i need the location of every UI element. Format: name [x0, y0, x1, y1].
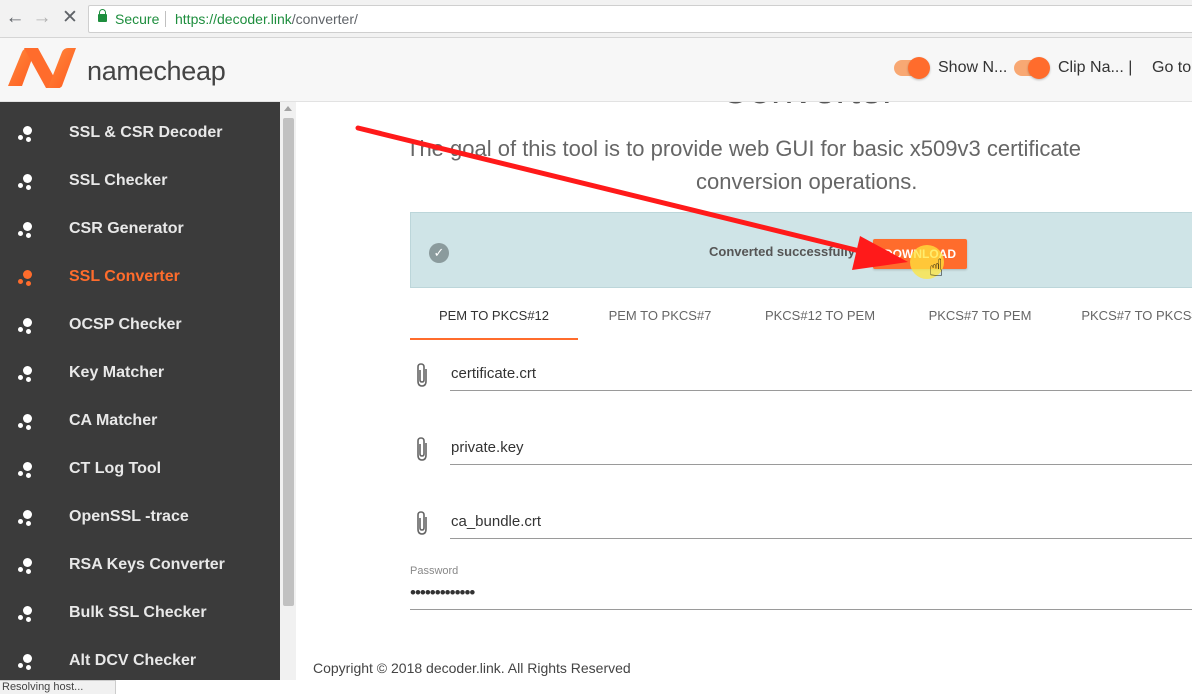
sidebar-item-label: SSL Checker	[69, 172, 168, 189]
sidebar-item-ocsp-checker[interactable]: OCSP Checker	[0, 302, 280, 350]
sidebar-item-label: OpenSSL -trace	[69, 508, 189, 525]
private-key-file-name: private.key	[451, 439, 524, 456]
footer-copyright: Copyright © 2018 decoder.link. All Right…	[313, 660, 631, 676]
sidebar-item-label: SSL Converter	[69, 268, 180, 285]
sidebar-scroll-thumb[interactable]	[283, 118, 294, 606]
tab-pem-to-pkcs12[interactable]: PEM TO PKCS#12	[410, 302, 578, 340]
paperclip-icon[interactable]	[412, 510, 434, 536]
sidebar-item-label: CT Log Tool	[69, 460, 162, 477]
url-text[interactable]: https://decoder.link/converter/	[175, 6, 358, 32]
stop-icon[interactable]: ✕	[59, 7, 81, 29]
page-title: Converter	[720, 102, 896, 113]
sidebar-item-csr-generator[interactable]: CSR Generator	[0, 206, 280, 254]
sidebar-item-rsa-keys-converter[interactable]: RSA Keys Converter	[0, 542, 280, 590]
field-underline	[450, 464, 1192, 465]
check-circle-icon: ✓	[429, 243, 449, 263]
tool-dots-icon	[16, 366, 36, 384]
description-line-2: conversion operations.	[696, 169, 918, 194]
address-bar[interactable]: Secure https://decoder.link/converter/	[88, 5, 1192, 33]
ca-bundle-file-name: ca_bundle.crt	[451, 513, 542, 530]
success-banner: ✓ Converted successfully DOWNLOAD	[410, 212, 1192, 288]
page-description: The goal of this tool is to provide web …	[406, 132, 1192, 198]
forward-icon[interactable]: →	[31, 7, 53, 29]
sidebar-item-key-matcher[interactable]: Key Matcher	[0, 350, 280, 398]
paperclip-icon[interactable]	[412, 362, 434, 388]
tool-dots-icon	[16, 510, 36, 528]
lock-icon	[98, 9, 107, 22]
brand-name: namecheap	[87, 56, 226, 86]
password-label: Password	[410, 565, 459, 577]
show-toggle-label: Show N...	[938, 59, 1008, 76]
tab-pkcs12-to-pem[interactable]: PKCS#12 TO PEM	[740, 302, 900, 340]
sidebar-item-label: SSL & CSR Decoder	[69, 124, 223, 141]
certificate-file-name: certificate.crt	[451, 365, 537, 382]
secure-label: Secure	[115, 11, 160, 27]
description-line-1: The goal of this tool is to provide web …	[406, 136, 1081, 161]
sidebar-item-label: Alt DCV Checker	[69, 652, 197, 669]
conversion-tabs: PEM TO PKCS#12 PEM TO PKCS#7 PKCS#12 TO …	[410, 302, 1192, 342]
paperclip-icon[interactable]	[412, 436, 434, 462]
hand-cursor-icon: ☝	[929, 255, 944, 282]
url-path: /converter/	[291, 11, 358, 27]
certificate-file-field[interactable]: certificate.crt	[412, 358, 1192, 398]
sidebar-item-label: Bulk SSL Checker	[69, 604, 207, 621]
scroll-up-icon[interactable]	[284, 106, 292, 111]
tool-dots-icon	[16, 126, 36, 144]
sidebar-item-ssl-checker[interactable]: SSL Checker	[0, 158, 280, 206]
browser-toolbar: ← → ✕ Secure https://decoder.link/conver…	[0, 0, 1192, 38]
tab-pkcs7-to-pem[interactable]: PKCS#7 TO PEM	[900, 302, 1060, 340]
toggle-knob	[908, 57, 930, 79]
tool-dots-icon	[16, 654, 36, 672]
tool-dots-icon	[16, 270, 36, 288]
address-separator	[165, 11, 166, 27]
tab-pem-to-pkcs7[interactable]: PEM TO PKCS#7	[580, 302, 740, 340]
sidebar-item-label: OCSP Checker	[69, 316, 182, 333]
toggle-knob	[1028, 57, 1050, 79]
tool-dots-icon	[16, 606, 36, 624]
tool-dots-icon	[16, 318, 36, 336]
tool-dots-icon	[16, 222, 36, 240]
url-host: https://decoder.link	[175, 11, 292, 27]
back-icon[interactable]: ←	[4, 7, 26, 29]
browser-status-bar: Resolving host...	[0, 680, 116, 694]
extension-header: namecheap Show N... Clip Na... | Go to	[0, 38, 1192, 102]
field-underline	[450, 390, 1192, 391]
sidebar-item-label: Key Matcher	[69, 364, 165, 381]
tab-pkcs7-to-pkcs12[interactable]: PKCS#7 TO PKCS#	[1060, 302, 1192, 340]
sidebar-item-label: CSR Generator	[69, 220, 184, 237]
ca-bundle-file-field[interactable]: ca_bundle.crt	[412, 506, 1192, 546]
show-toggle[interactable]	[894, 57, 930, 79]
field-underline	[450, 538, 1192, 539]
main-content: Converter The goal of this tool is to pr…	[296, 102, 1192, 680]
sidebar-item-alt-dcv-checker[interactable]: Alt DCV Checker	[0, 638, 280, 680]
sidebar-item-label: RSA Keys Converter	[69, 556, 225, 573]
success-message: Converted successfully	[709, 244, 855, 259]
tool-dots-icon	[16, 414, 36, 432]
password-input[interactable]: •••••••••••••	[410, 583, 475, 603]
go-to-link[interactable]: Go to	[1152, 59, 1191, 77]
private-key-file-field[interactable]: private.key	[412, 432, 1192, 472]
sidebar-item-label: CA Matcher	[69, 412, 158, 429]
sidebar: SSL & CSR Decoder SSL Checker CSR Generato…	[0, 102, 280, 680]
sidebar-item-openssl-trace[interactable]: OpenSSL -trace	[0, 494, 280, 542]
clip-toggle-label: Clip Na... |	[1058, 59, 1133, 76]
clip-toggle[interactable]	[1014, 57, 1050, 79]
sidebar-item-ssl-converter[interactable]: SSL Converter	[0, 254, 280, 302]
namecheap-logo-icon[interactable]	[6, 46, 78, 90]
sidebar-item-ct-log-tool[interactable]: CT Log Tool	[0, 446, 280, 494]
tool-dots-icon	[16, 558, 36, 576]
sidebar-item-bulk-ssl-checker[interactable]: Bulk SSL Checker	[0, 590, 280, 638]
sidebar-item-ca-matcher[interactable]: CA Matcher	[0, 398, 280, 446]
tool-dots-icon	[16, 462, 36, 480]
tool-dots-icon	[16, 174, 36, 192]
sidebar-item-ssl-csr-decoder[interactable]: SSL & CSR Decoder	[0, 110, 280, 158]
password-underline	[410, 609, 1192, 610]
